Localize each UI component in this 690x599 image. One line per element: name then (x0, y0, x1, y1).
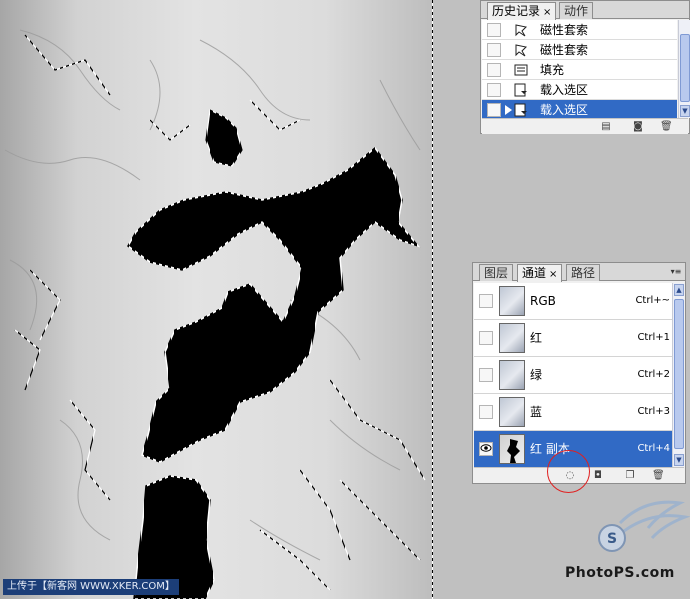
save-selection-as-channel-icon[interactable]: ◘ (592, 470, 604, 482)
channel-mask-thumbnail (507, 439, 520, 463)
channels-list: RGB Ctrl+~ 红 Ctrl+1 绿 Ctrl+2 蓝 Ctrl+3 红 … (474, 283, 672, 467)
history-item-label: 载入选区 (540, 83, 589, 97)
history-snapshot-checkbox[interactable] (487, 83, 501, 97)
channel-name: RGB (530, 294, 556, 308)
visibility-toggle[interactable] (479, 294, 493, 308)
canvas-selection-edge (432, 0, 433, 599)
channel-name: 蓝 (530, 405, 543, 419)
history-panel-footer: ▤ ◙ 🗑 (482, 118, 688, 134)
fill-icon (514, 64, 528, 76)
scroll-down-icon[interactable]: ▼ (674, 454, 684, 466)
channel-row[interactable]: RGB Ctrl+~ (474, 283, 672, 320)
torn-paper-image (4, 29, 426, 599)
scroll-down-icon[interactable]: ▼ (680, 105, 690, 117)
history-snapshot-checkbox[interactable] (487, 63, 501, 77)
history-item[interactable]: 磁性套索 (482, 20, 677, 40)
channel-shortcut: Ctrl+2 (637, 369, 670, 380)
trash-icon[interactable]: 🗑 (660, 121, 673, 133)
visibility-toggle[interactable] (479, 368, 493, 382)
channel-row[interactable]: 红 Ctrl+1 (474, 320, 672, 357)
lasso-icon (515, 24, 528, 37)
channels-scroll-thumb[interactable] (674, 299, 684, 449)
channels-panel-tabs: 图层 通道 × 路径 (473, 263, 685, 282)
history-snapshot-checkbox[interactable] (487, 23, 501, 37)
history-scroll-thumb[interactable] (680, 34, 690, 102)
channel-shortcut: Ctrl+~ (635, 295, 670, 306)
history-item[interactable]: 填充 (482, 60, 677, 80)
channel-thumbnail (499, 323, 525, 353)
history-item-label: 磁性套索 (540, 23, 589, 37)
trash-icon[interactable]: 🗑 (652, 470, 665, 482)
channel-thumbnail (499, 286, 525, 316)
channel-shortcut: Ctrl+4 (637, 443, 670, 454)
scroll-up-icon[interactable]: ▲ (674, 284, 684, 296)
document-canvas[interactable]: 上传于【新客网 WWW.XKER.COM】 (0, 0, 433, 599)
watermark-caption: 上传于【新客网 WWW.XKER.COM】 (3, 579, 179, 595)
annotation-circle (547, 450, 590, 493)
history-state-marker-icon (505, 105, 512, 115)
new-document-icon[interactable]: ▤ (600, 121, 612, 133)
photops-logo: S (598, 500, 690, 552)
history-item-label: 载入选区 (540, 103, 589, 117)
tab-paths[interactable]: 路径 (566, 264, 601, 281)
channels-scrollbar[interactable]: ▲ ▼ (672, 283, 684, 467)
channel-row[interactable]: 绿 Ctrl+2 (474, 357, 672, 394)
history-snapshot-checkbox[interactable] (487, 43, 501, 57)
channel-row[interactable]: 蓝 Ctrl+3 (474, 394, 672, 431)
tab-channels[interactable]: 通道 × (517, 264, 563, 282)
channel-name: 绿 (530, 368, 543, 382)
load-selection-icon (514, 83, 527, 97)
history-item-label: 磁性套索 (540, 43, 589, 57)
tab-actions-label: 动作 (564, 4, 589, 18)
history-scrollbar[interactable]: ▼ (678, 20, 690, 118)
tab-layers[interactable]: 图层 (479, 264, 514, 281)
logo-wordmark: PhotoPS.com (565, 565, 675, 581)
history-panel: 历史记录 × 动作 磁性套索 磁性套索 填充 载入选区 载入选区 ▼ ▤ ◙ 🗑 (480, 0, 690, 134)
channel-name: 红 (530, 331, 543, 345)
load-selection-icon (514, 103, 527, 117)
lasso-icon (515, 44, 528, 57)
channel-thumbnail (499, 434, 525, 464)
visibility-toggle[interactable] (479, 442, 493, 456)
visibility-toggle[interactable] (479, 331, 493, 345)
history-item[interactable]: 磁性套索 (482, 40, 677, 60)
close-icon[interactable]: × (543, 7, 551, 18)
history-panel-tabs: 历史记录 × 动作 (481, 1, 689, 20)
history-snapshot-checkbox[interactable] (487, 103, 501, 117)
tab-actions[interactable]: 动作 (559, 2, 594, 19)
camera-icon[interactable]: ◙ (632, 121, 644, 133)
history-item[interactable]: 载入选区 (482, 80, 677, 100)
close-icon[interactable]: × (549, 269, 557, 280)
tab-channels-label: 通道 (522, 266, 547, 280)
channel-thumbnail (499, 360, 525, 390)
tab-paths-label: 路径 (571, 266, 596, 280)
eye-icon (480, 444, 492, 452)
tab-history-label: 历史记录 (492, 4, 541, 18)
channel-shortcut: Ctrl+3 (637, 406, 670, 417)
history-item-label: 填充 (540, 63, 565, 77)
history-list: 磁性套索 磁性套索 填充 载入选区 载入选区 (482, 20, 677, 118)
history-item-selected[interactable]: 载入选区 (482, 100, 677, 118)
tab-layers-label: 图层 (484, 266, 509, 280)
tab-history[interactable]: 历史记录 × (487, 2, 557, 20)
svg-text:S: S (607, 531, 617, 547)
panel-menu-icon[interactable]: ▾≡ (669, 266, 683, 278)
channel-thumbnail (499, 397, 525, 427)
channels-panel: 图层 通道 × 路径 ▾≡ RGB Ctrl+~ 红 Ctrl+1 绿 Ctrl+… (472, 262, 686, 484)
visibility-toggle[interactable] (479, 405, 493, 419)
channel-shortcut: Ctrl+1 (637, 332, 670, 343)
new-channel-icon[interactable]: ❐ (624, 470, 636, 482)
